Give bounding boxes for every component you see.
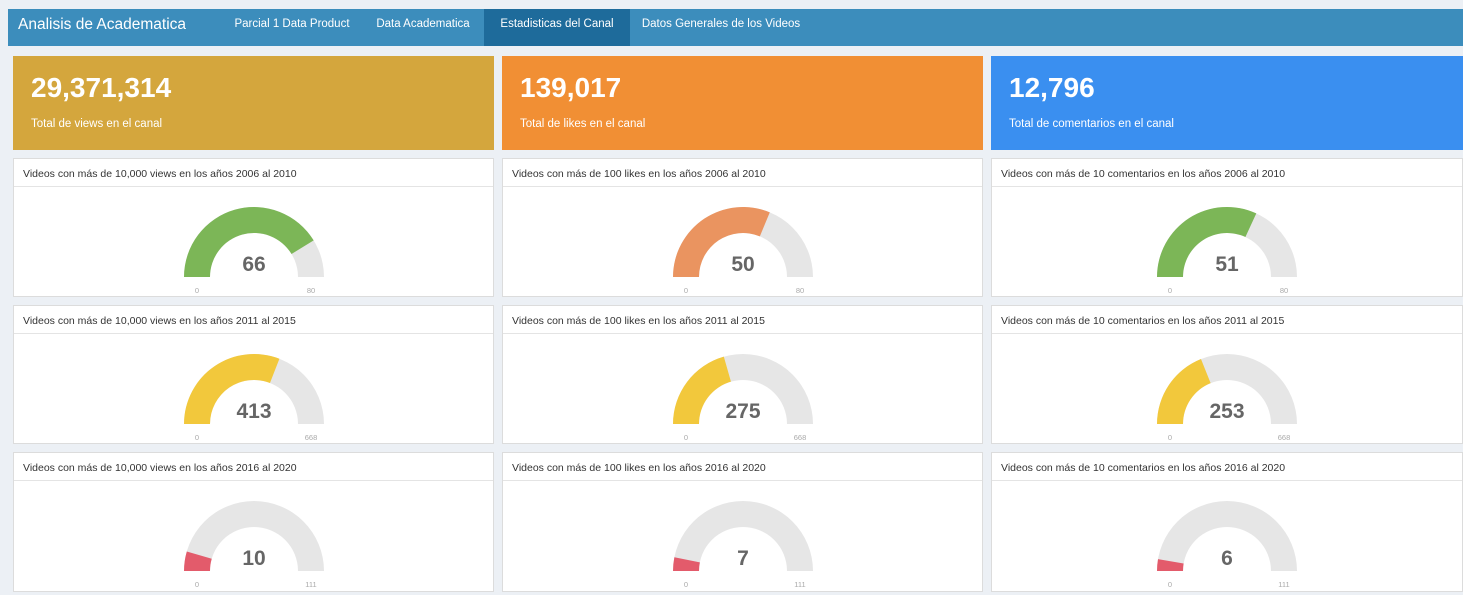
gauge-chart: 275 0 668 bbox=[672, 354, 813, 442]
tab-datos-generales-de-los-videos[interactable]: Datos Generales de los Videos bbox=[630, 9, 812, 46]
gauge-value: 51 bbox=[1215, 253, 1239, 276]
gauge-min-label: 0 bbox=[194, 433, 198, 442]
gauge-fill bbox=[1157, 206, 1257, 277]
value-box-likes: 139,017 Total de likes en el canal bbox=[502, 56, 983, 150]
gauge-value: 66 bbox=[242, 253, 265, 276]
gauge-card-title: Videos con más de 100 likes en los años … bbox=[503, 453, 982, 481]
value-box-number: 29,371,314 bbox=[31, 72, 172, 103]
gauge-value: 413 bbox=[236, 400, 271, 423]
gauge-fill bbox=[672, 356, 731, 424]
gauge-fill bbox=[1157, 359, 1211, 424]
gauge-chart: 70 111 bbox=[672, 501, 813, 589]
gauge-fill bbox=[672, 207, 770, 277]
value-box-label: Total de comentarios en el canal bbox=[1009, 118, 1174, 130]
gauge-card: Videos con más de 10 comentarios en los … bbox=[991, 158, 1463, 297]
gauge-max-label: 80 bbox=[306, 286, 314, 295]
gauge-max-label: 80 bbox=[795, 286, 803, 295]
gauge-value: 253 bbox=[1209, 400, 1244, 423]
gauge-card-title: Videos con más de 10 comentarios en los … bbox=[992, 159, 1462, 187]
gauge-card: Videos con más de 10,000 views en los añ… bbox=[13, 158, 494, 297]
gauge-max-label: 668 bbox=[304, 433, 317, 442]
gauge-card-title: Videos con más de 10,000 views en los añ… bbox=[14, 453, 493, 481]
gauge-card: Videos con más de 10,000 views en los añ… bbox=[13, 452, 494, 592]
gauge-min-label: 0 bbox=[1168, 433, 1172, 442]
gauge-min-label: 0 bbox=[683, 433, 687, 442]
app-title[interactable]: Analisis de Academatica bbox=[18, 9, 186, 46]
gauge-value: 7 bbox=[737, 547, 749, 570]
gauge-max-label: 668 bbox=[793, 433, 806, 442]
gauge-min-label: 0 bbox=[683, 286, 687, 295]
gauge-card: Videos con más de 100 likes en los años … bbox=[502, 158, 983, 297]
gauge-card-title: Videos con más de 10 comentarios en los … bbox=[992, 306, 1462, 334]
gauge-chart: 60 111 bbox=[1157, 501, 1297, 589]
tab-data-academatica[interactable]: Data Academatica bbox=[362, 9, 484, 46]
gauge-value: 10 bbox=[242, 547, 265, 570]
gauge-value: 275 bbox=[725, 400, 760, 423]
gauge-min-label: 0 bbox=[194, 286, 198, 295]
gauge-chart: 50 0 80 bbox=[672, 207, 813, 295]
gauge-card-title: Videos con más de 10,000 views en los añ… bbox=[14, 306, 493, 334]
gauge-value: 50 bbox=[731, 253, 754, 276]
gauge-chart: 253 0 668 bbox=[1157, 354, 1297, 442]
gauge-card-title: Videos con más de 10,000 views en los añ… bbox=[14, 159, 493, 187]
gauge-card: Videos con más de 100 likes en los años … bbox=[502, 452, 983, 592]
gauge-card-title: Videos con más de 100 likes en los años … bbox=[503, 159, 982, 187]
tab-estadisticas-del-canal[interactable]: Estadisticas del Canal bbox=[484, 9, 630, 46]
value-box-views: 29,371,314 Total de views en el canal bbox=[13, 56, 494, 150]
gauge-card: Videos con más de 100 likes en los años … bbox=[502, 305, 983, 444]
gauge-card: Videos con más de 10,000 views en los añ… bbox=[13, 305, 494, 444]
gauge-chart: 100 111 bbox=[183, 501, 324, 589]
gauge-chart: 413 0 668 bbox=[183, 354, 324, 442]
gauge-card-title: Videos con más de 100 likes en los años … bbox=[503, 306, 982, 334]
tab-parcial-1-data-product[interactable]: Parcial 1 Data Product bbox=[222, 9, 362, 46]
gauge-max-label: 80 bbox=[1280, 286, 1288, 295]
gauge-card: Videos con más de 10 comentarios en los … bbox=[991, 305, 1463, 444]
gauge-chart: 51 0 80 bbox=[1157, 206, 1297, 295]
value-box-label: Total de views en el canal bbox=[31, 118, 163, 130]
gauge-min-label: 0 bbox=[1168, 286, 1172, 295]
value-box-number: 12,796 bbox=[1009, 72, 1095, 103]
value-box-label: Total de likes en el canal bbox=[520, 118, 646, 130]
gauge-chart: 66 0 80 bbox=[183, 207, 324, 295]
value-box-comments: 12,796 Total de comentarios en el canal bbox=[991, 56, 1463, 150]
gauge-value: 6 bbox=[1221, 547, 1233, 570]
gauge-card: Videos con más de 10 comentarios en los … bbox=[991, 452, 1463, 592]
value-box-number: 139,017 bbox=[520, 72, 622, 103]
gauge-max-label: 668 bbox=[1278, 433, 1291, 442]
top-navbar: Analisis de Academatica Parcial 1 Data P… bbox=[8, 9, 1463, 46]
gauge-card-title: Videos con más de 10 comentarios en los … bbox=[992, 453, 1462, 481]
